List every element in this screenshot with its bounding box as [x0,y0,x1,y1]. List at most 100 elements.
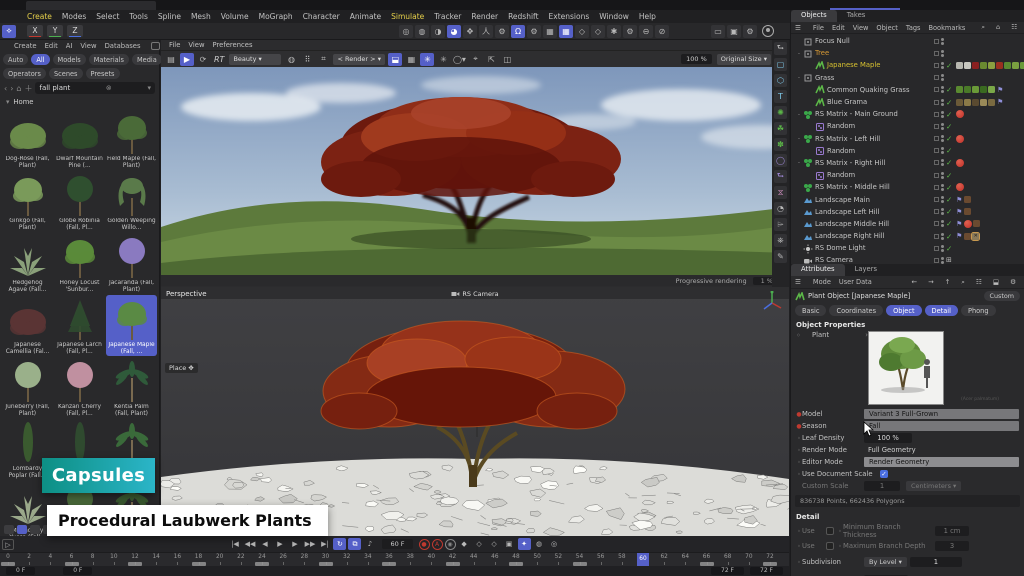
ab-menu-ai[interactable]: AI [62,42,77,50]
current-frame-field[interactable]: 60 F [382,539,412,549]
layer-box[interactable] [934,39,939,44]
attr-tab-layers[interactable]: Layers [845,264,888,276]
material-swatch[interactable] [972,62,979,69]
user-avatar[interactable] [762,25,774,37]
min-branch-use-checkbox[interactable]: ✓ [826,527,834,535]
zoom-field[interactable]: 100 % [681,54,712,64]
light-icon[interactable]: ⛯ [774,234,787,247]
breadcrumb[interactable]: ▾ Home [0,96,159,108]
current-frame-marker[interactable]: 60 [637,553,649,566]
object-row-rs-matrix-main-ground[interactable]: -RS Matrix - Main Ground✓ [791,108,1024,120]
object-row-random[interactable]: Random✓ [791,169,1024,181]
home-icon[interactable]: ⌂ [16,84,21,93]
material-swatch[interactable] [964,86,971,93]
gear-a-icon[interactable]: ⚙ [495,25,509,38]
layer-box[interactable] [934,173,939,178]
visibility-dots[interactable] [941,111,944,118]
visibility-dots[interactable] [941,99,944,106]
hamburger-icon[interactable]: ☰ [791,24,805,32]
custom-scale-unit-dropdown[interactable]: Centimeters ▾ [906,481,961,491]
visibility-dots[interactable] [941,220,944,227]
objects-tab-objects[interactable]: Objects [791,10,837,22]
visibility-dots[interactable] [941,233,944,240]
plant-item-14[interactable]: Kentia Palm (Fall, Plant) [106,357,157,418]
menu-help[interactable]: Help [634,12,661,21]
gear-icon[interactable]: ⚙ [1006,278,1020,287]
model-dropdown[interactable]: Variant 3 Full-Grown [864,409,1019,419]
material-swatch[interactable] [980,86,987,93]
solo-a-icon[interactable]: ◍ [533,538,546,550]
layer-box[interactable] [934,124,939,129]
layer-box[interactable] [934,185,939,190]
keyframe-marker-54[interactable] [573,562,587,566]
add-icon[interactable]: ＋ [24,83,32,94]
expand-icon[interactable]: ⇱ [484,53,498,66]
object-row-landscape-left-hill[interactable]: Landscape Left Hill✓⚑ [791,206,1024,218]
grid-view-icon[interactable] [4,525,14,534]
enabled-check-icon[interactable]: ✓ [946,219,954,228]
material-swatch[interactable] [972,86,979,93]
autokey-icon[interactable]: ✦ [518,538,531,550]
render-picture-icon[interactable]: ▣ [727,25,741,38]
subdivision-mode-dropdown[interactable]: By Level ▾ [864,557,907,567]
rendered-image[interactable] [161,67,789,275]
enabled-check-icon[interactable]: ✓ [946,98,954,107]
visibility-dots[interactable] [941,196,944,203]
search-icon[interactable]: ⌕ [957,278,969,287]
material-swatch[interactable] [972,99,979,106]
material-swatch[interactable] [956,86,963,93]
web-icon[interactable] [151,42,160,50]
viewport-label[interactable]: Perspective [166,290,207,298]
quantize-icon[interactable]: ▦ [559,25,573,38]
menu-tools[interactable]: Tools [124,12,152,21]
search-input[interactable]: fall plant ⊗ ▾ [35,82,155,94]
loop-button[interactable]: ↻ [333,538,346,550]
ab-menu-edit[interactable]: Edit [41,42,62,50]
enabled-check-icon[interactable]: ✓ [946,110,954,119]
workplane-icon[interactable]: ✥ [463,25,477,38]
material-swatch[interactable] [1020,62,1024,69]
visibility-dots[interactable] [941,159,944,166]
plant-item-12[interactable]: Juneberry (Fall, Plant) [2,357,53,418]
render-settings-icon[interactable]: ⚙ [743,25,757,38]
render-view-icon[interactable]: ▭ [711,25,725,38]
material-swatch[interactable] [996,62,1003,69]
objects-menu-object[interactable]: Object [872,24,901,32]
redshift-material-icon[interactable] [956,135,964,143]
grid-small-icon[interactable]: ⠿ [300,53,314,66]
objects-menu-edit[interactable]: Edit [828,24,849,32]
keyframe-marker-30[interactable] [319,562,333,566]
plant-item-7[interactable]: Honey Locust 'Sunbur... [54,233,105,294]
attr-category-detail[interactable]: Detail [925,305,958,316]
object-row-random[interactable]: Random✓ [791,145,1024,157]
generator-icon[interactable]: ✽ [774,138,787,151]
object-row-grass[interactable]: -Grass [791,72,1024,84]
magnet-icon[interactable]: Ω [511,25,525,38]
visibility-dots[interactable] [941,257,944,264]
spline-transform-icon[interactable]: ⮑ [774,170,787,183]
magnet-gear-icon[interactable]: ⚙ [527,25,541,38]
min-branch-field[interactable]: 1 cm [935,526,969,536]
objects-menu-file[interactable]: File [809,24,828,32]
object-row-landscape-main[interactable]: Landscape Main✓⚑ [791,193,1024,205]
axis-z-button[interactable]: Z [67,25,83,37]
expand-icon[interactable]: - [795,50,803,57]
plant-item-0[interactable]: Dog-Rose (Fall, Plant) [2,109,53,170]
keyframe-marker-6[interactable] [65,562,79,566]
key-rotation-icon[interactable]: ◇ [488,538,501,550]
render-mode-dropdown[interactable]: Full Geometry [864,445,1019,455]
rec-autokey-button[interactable]: A [432,539,443,550]
aov-icon[interactable]: ◍ [284,53,298,66]
editor-mode-dropdown[interactable]: Render Geometry [864,457,1019,467]
live-selection-icon[interactable]: ⟡ [2,25,16,38]
cube-icon[interactable]: ⬡ [774,74,787,87]
custom-button[interactable]: Custom [984,291,1020,301]
size-dropdown[interactable]: Original Size ▾ [717,54,771,65]
layer-box[interactable] [934,63,939,68]
enabled-check-icon[interactable]: ✓ [946,207,954,216]
ab-menu-view[interactable]: View [76,42,100,50]
layer-box[interactable] [934,209,939,214]
layer-box[interactable] [934,100,939,105]
ab-tab-operators[interactable]: Operators [3,68,46,79]
prev-frame-button[interactable]: ◀ [258,538,271,550]
